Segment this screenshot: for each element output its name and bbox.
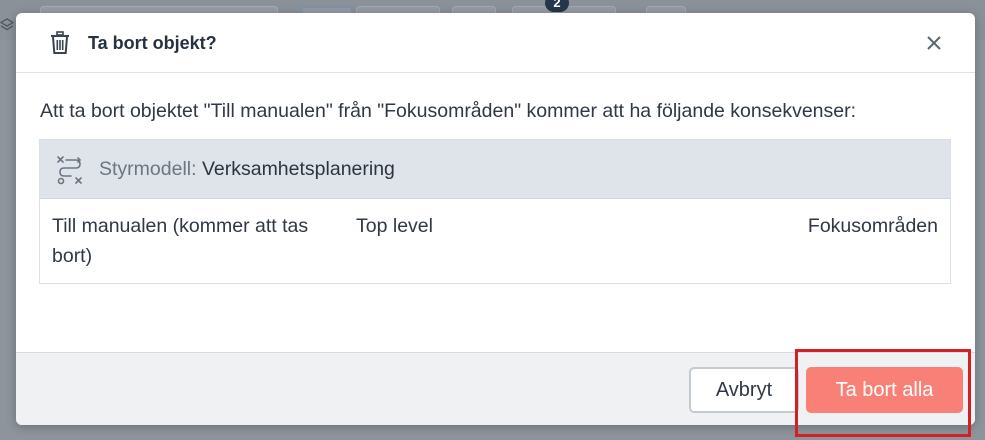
consequence-table: Styrmodell: Verksamhetsplanering Till ma… <box>39 139 951 284</box>
layers-icon <box>0 18 14 31</box>
group-label-text: Styrmodell: <box>99 158 197 180</box>
trash-icon <box>51 31 69 54</box>
consequence-message: Att ta bort objektet "Till manualen" frå… <box>40 100 857 122</box>
delete-object-dialog: Ta bort objekt? Att ta bort objektet "Ti… <box>16 13 975 425</box>
dialog-body: Att ta bort objektet "Till manualen" frå… <box>16 74 975 352</box>
close-icon[interactable] <box>922 31 946 55</box>
table-row: Till manualen (kommer att tas bort) Top … <box>40 200 950 284</box>
dialog-header: Ta bort objekt? <box>16 13 975 73</box>
workflow-icon <box>57 156 82 185</box>
dialog-title: Ta bort objekt? <box>88 33 217 53</box>
object-area-cell: Fokusområden <box>807 215 938 237</box>
cancel-button[interactable]: Avbryt <box>689 367 799 413</box>
group-label: Styrmodell: Verksamhetsplanering <box>99 158 395 181</box>
object-name-cell: Till manualen (kommer att tas bort) <box>52 215 309 267</box>
object-level-cell: Top level <box>356 215 433 237</box>
notification-badge: 2 <box>545 0 569 12</box>
dialog-footer: Avbryt Ta bort alla <box>16 352 975 425</box>
delete-all-button[interactable]: Ta bort alla <box>806 367 963 413</box>
group-row: Styrmodell: Verksamhetsplanering <box>40 140 950 199</box>
group-value: Verksamhetsplanering <box>201 158 395 180</box>
